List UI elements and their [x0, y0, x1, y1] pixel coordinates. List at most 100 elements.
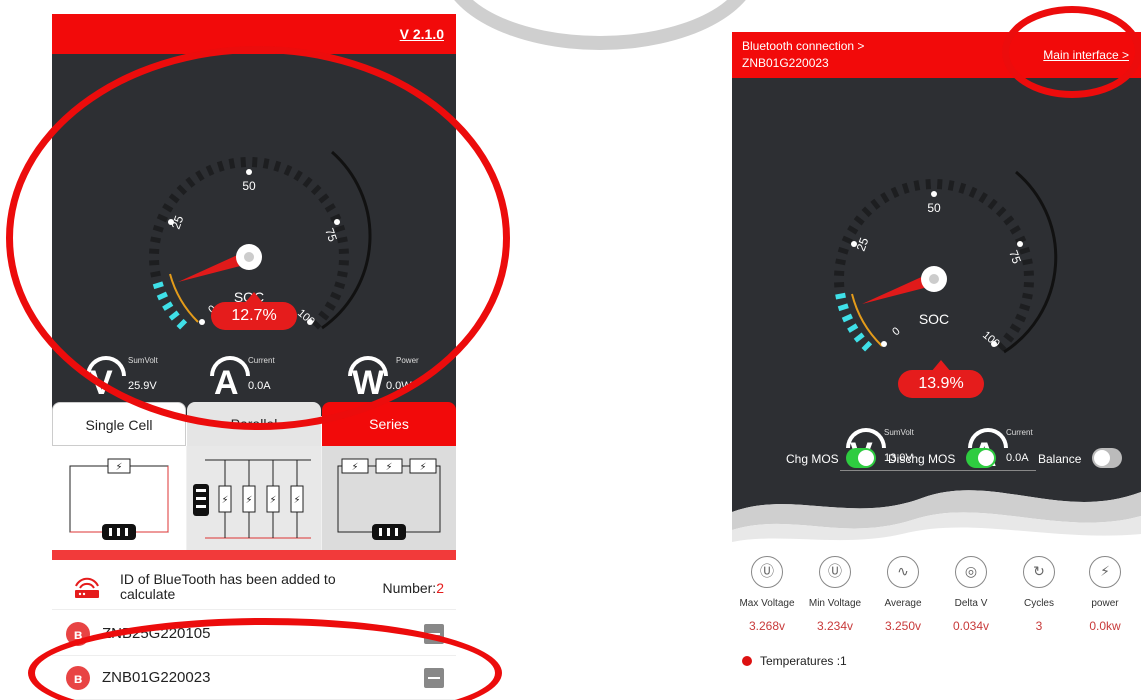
series-circuit-icon[interactable]: ⚡ ⚡ ⚡: [322, 446, 456, 550]
gauge-tick: [156, 213, 168, 223]
stat-cycles: ↻ Cycles 3: [1006, 556, 1072, 633]
gauge-tick: [870, 198, 881, 210]
gauge-dot-25: [851, 241, 857, 247]
current-meter: A Current 0.0A: [210, 356, 275, 400]
gauge-tick: [251, 157, 258, 168]
gauge-tick: [913, 180, 921, 191]
router-icon: [75, 577, 99, 598]
tab-single-cell[interactable]: Single Cell: [52, 402, 186, 446]
gauge-tick: [1022, 292, 1033, 300]
gauge-tick: [185, 176, 196, 188]
gauge-tick: [1023, 281, 1034, 288]
gauge-tick: [168, 310, 180, 321]
gauge-tick: [834, 270, 845, 277]
right-phone-screen: Bluetooth connection > ZNB01G220023 Main…: [732, 32, 1141, 700]
chg-mos-toggle[interactable]: [846, 448, 876, 468]
gauge-tick: [1009, 225, 1021, 235]
sumvolt-value: 25.9V: [128, 380, 157, 392]
tab-parallel[interactable]: Parallel: [187, 402, 321, 446]
gauge-tick: [324, 203, 336, 213]
parallel-circuit-icon[interactable]: ⚡ ⚡ ⚡ ⚡: [187, 446, 321, 550]
connected-device-id: ZNB01G220023: [742, 56, 829, 70]
sumvolt-label: SumVolt: [128, 356, 158, 365]
temperatures-label: Temperatures :1: [760, 654, 847, 668]
gauge-tick: [149, 259, 160, 266]
svg-text:⚡: ⚡: [385, 462, 392, 473]
gauge-tick: [205, 164, 215, 176]
svg-text:⚡: ⚡: [115, 462, 122, 473]
gauge-tick: [958, 182, 967, 194]
gauge-dot-100: [307, 319, 313, 325]
cell-stats: Ⓤ Max Voltage 3.268v Ⓤ Min Voltage 3.234…: [732, 556, 1141, 646]
version-link[interactable]: V 2.1.0: [400, 26, 444, 42]
stat-min-voltage: Ⓤ Min Voltage 3.234v: [802, 556, 868, 633]
right-soc-gauge: 50 25 75 0 100 SOC: [834, 170, 1058, 354]
soc-value-badge: 12.7%: [211, 302, 297, 330]
gauge-dot-100: [991, 341, 997, 347]
gauge-tick: [987, 198, 998, 210]
gauge-tick: [150, 236, 161, 244]
gauge-tick: [1022, 258, 1033, 266]
gauge-tick: [318, 193, 330, 204]
remove-device-button[interactable]: [424, 624, 444, 644]
gauge-dot-50: [246, 169, 252, 175]
stat-average: ∿ Average 3.250v: [870, 556, 936, 633]
stat-label: power: [1091, 598, 1119, 609]
gauge-tick: [162, 203, 174, 213]
left-dashboard-panel: 50 25 75 0 100 SOC 12.7% V SumVolt: [52, 54, 456, 416]
gauge-tick: [240, 157, 247, 168]
gauge-tick: [195, 170, 205, 182]
gauge-dot-0: [881, 341, 887, 347]
stat-label: Cycles: [1023, 598, 1054, 609]
main-interface-link[interactable]: Main interface >: [1043, 48, 1129, 62]
gauge-tick: [1003, 215, 1015, 226]
gauge-label-50: 50: [242, 179, 256, 193]
gauge-tick: [978, 192, 988, 204]
remove-device-button[interactable]: [424, 668, 444, 688]
svg-text:⚡: ⚡: [269, 495, 276, 506]
gauge-tick: [293, 170, 303, 182]
gauge-tick: [925, 179, 932, 190]
device-name: ZNB25G220105: [102, 625, 211, 642]
device-count-label: Number:: [382, 580, 437, 596]
balance-toggle[interactable]: [1092, 448, 1122, 468]
gauge-tick: [837, 246, 849, 255]
temperatures-row[interactable]: Temperatures :1: [742, 654, 847, 668]
power-label: Power: [396, 356, 419, 365]
single-cell-circuit-icon[interactable]: ⚡: [52, 446, 186, 550]
device-list-item[interactable]: ʙ ZNB25G220105: [52, 612, 456, 656]
svg-text:⚡: ⚡: [419, 462, 426, 473]
device-list-item[interactable]: ʙ ZNB01G220023: [52, 656, 456, 700]
gauge-tick: [947, 180, 955, 191]
decorative-wave: [732, 472, 1141, 542]
gauge-tick: [338, 259, 349, 266]
dischg-mos-toggle[interactable]: [966, 448, 996, 468]
gauge-tick: [330, 291, 342, 301]
gauge-tick: [302, 176, 313, 188]
stat-label: Delta V: [954, 598, 988, 609]
bluetooth-connection-link[interactable]: Bluetooth connection > ZNB01G220023: [742, 38, 864, 72]
stat-label: Min Voltage: [808, 598, 862, 609]
sumvolt-meter: V SumVolt 25.9V: [86, 356, 158, 400]
left-soc-gauge: 50 25 75 0 100 SOC: [149, 150, 372, 330]
gauge-hub-center: [244, 252, 254, 262]
gauge-tick: [324, 301, 336, 311]
stat-label: Average: [884, 598, 922, 609]
gauge-tick: [156, 291, 168, 301]
gauge-tick: [880, 192, 890, 204]
stat-value: 0.034v: [952, 619, 990, 633]
gauge-tick: [152, 224, 164, 233]
device-count-value: 2: [436, 580, 444, 596]
chg-mos-label: Chg MOS: [786, 452, 839, 466]
gauge-hub-center: [929, 274, 939, 284]
gauge-tick: [273, 160, 282, 172]
gauge-tick: [847, 225, 859, 235]
gauge-tick: [1015, 313, 1027, 323]
stat-label: Max Voltage: [739, 598, 795, 609]
current-label: Current: [248, 356, 275, 365]
tab-series[interactable]: Series: [322, 402, 456, 446]
gauge-tick: [216, 160, 225, 172]
gauge-dot-50: [931, 191, 937, 197]
gauge-tick: [149, 248, 160, 255]
gauge-tick: [318, 310, 330, 321]
